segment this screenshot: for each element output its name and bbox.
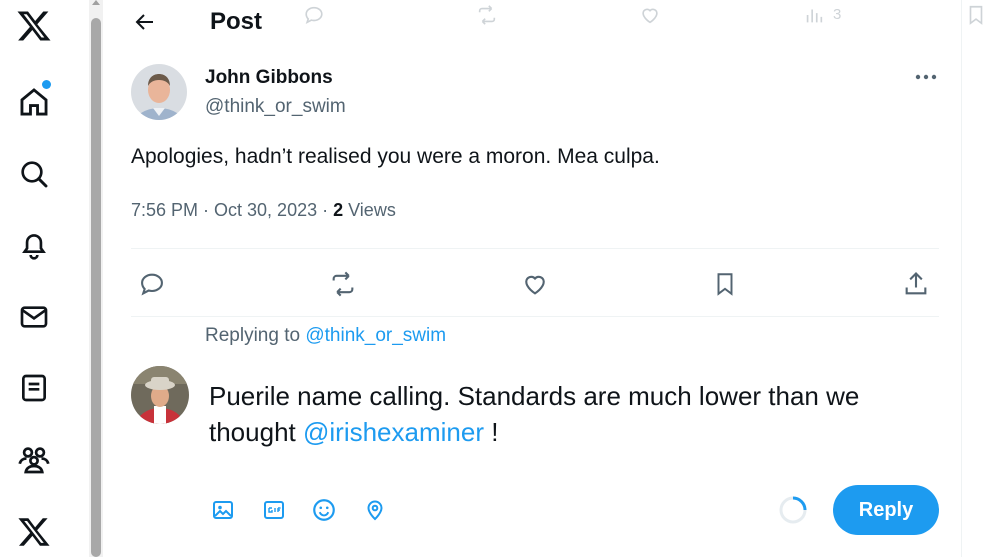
reply-icon: [141, 273, 163, 296]
more-icon: [915, 74, 937, 80]
back-button[interactable]: [131, 10, 159, 34]
divider: [131, 316, 939, 317]
gif-icon: [264, 501, 284, 519]
main-column: 3 Post John Gibbons @think_or_swim Apolo…: [103, 0, 983, 557]
image-icon: [213, 501, 233, 519]
x-logo-icon[interactable]: [14, 6, 54, 46]
repost-action-button[interactable]: [325, 266, 361, 302]
media-button[interactable]: [209, 496, 237, 524]
page-title: Post: [210, 8, 263, 35]
views-label: Views: [343, 200, 396, 220]
search-icon[interactable]: [14, 154, 54, 194]
share-icon: [905, 272, 927, 295]
emoji-icon: [313, 499, 335, 521]
bookmark-action-button[interactable]: [707, 266, 743, 302]
reply-action-button[interactable]: [134, 266, 170, 302]
bookmark-icon: [717, 273, 733, 296]
lists-icon[interactable]: [14, 368, 54, 408]
left-nav: [0, 0, 70, 557]
share-action-button[interactable]: [898, 266, 934, 302]
messages-icon[interactable]: [14, 297, 54, 337]
premium-x-icon[interactable]: [14, 512, 54, 552]
author-name[interactable]: John Gibbons: [205, 67, 333, 89]
reply-compose-textarea[interactable]: Puerile name calling. Standards are much…: [209, 378, 929, 450]
reply-submit-button[interactable]: Reply: [833, 485, 939, 535]
communities-icon[interactable]: [14, 440, 54, 480]
replying-to-handle-link[interactable]: @think_or_swim: [305, 325, 446, 346]
author-handle[interactable]: @think_or_swim: [205, 96, 346, 118]
location-button[interactable]: [361, 496, 389, 524]
notifications-icon[interactable]: [14, 225, 54, 265]
user-avatar[interactable]: [131, 366, 189, 424]
repost-icon: [332, 271, 354, 297]
bookmark-icon: [965, 4, 987, 31]
scroll-up-arrow-icon[interactable]: [92, 0, 100, 5]
replying-to-label: Replying to @think_or_swim: [205, 325, 446, 347]
views-count: 2: [333, 200, 344, 220]
like-icon: [525, 275, 545, 295]
tweet-text: Apologies, hadn’t realised you were a mo…: [131, 145, 660, 168]
replying-to-prefix: Replying to: [205, 325, 306, 346]
divider: [131, 248, 939, 249]
more-options-button[interactable]: [911, 64, 941, 90]
reply-text-end: !: [483, 417, 499, 447]
character-count-ring-icon: [779, 496, 807, 524]
emoji-button[interactable]: [310, 496, 338, 524]
scrollbar-thumb[interactable]: [91, 18, 101, 557]
mention-link[interactable]: @irishexaminer: [303, 417, 484, 447]
post-header: Post: [103, 0, 961, 44]
author-avatar[interactable]: [131, 64, 187, 120]
tweet-metadata: 7:56 PM · Oct 30, 2023 · 2 Views: [131, 200, 396, 221]
like-action-button[interactable]: [517, 266, 553, 302]
notification-dot: [42, 80, 51, 89]
arrow-left-icon: [135, 14, 153, 30]
location-pin-icon: [367, 500, 383, 521]
gif-button[interactable]: [260, 496, 288, 524]
tweet-timestamp[interactable]: 7:56 PM · Oct 30, 2023 ·: [131, 200, 333, 220]
